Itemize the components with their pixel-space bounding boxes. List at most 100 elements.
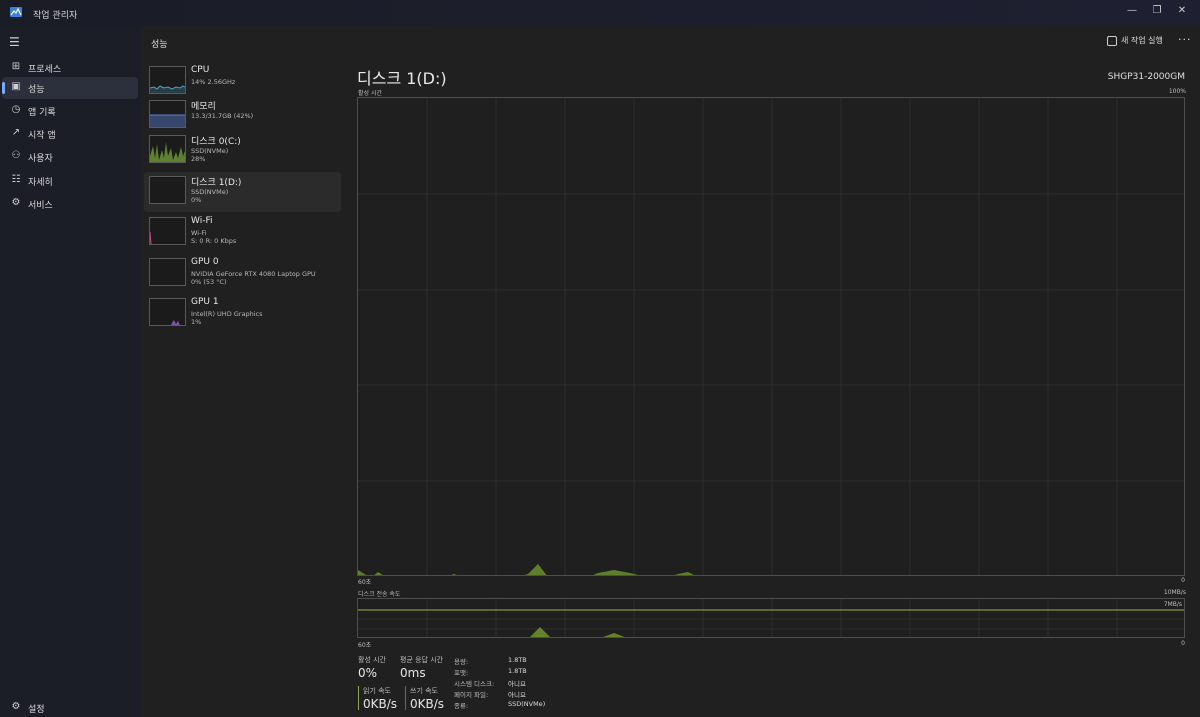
- hamburger-menu-icon[interactable]: ☰: [9, 35, 20, 49]
- avg-response-stat-value: 0ms: [400, 666, 426, 680]
- transfer-rate-axis-end: 0: [1181, 640, 1185, 647]
- resource-name: CPU: [191, 65, 210, 75]
- read-speed-label: 읽기 속도: [363, 687, 391, 695]
- resource-usage: 28%: [191, 155, 206, 163]
- resource-name: 디스크 1(D:): [191, 178, 242, 188]
- memory-thumbnail-graph: [149, 100, 186, 128]
- nav-item-app-history[interactable]: ◷ 앱 기록: [2, 100, 138, 122]
- gpu-1-thumbnail-graph: [149, 298, 186, 326]
- property-key: 페이지 파일:: [454, 691, 489, 699]
- resource-name: GPU 0: [191, 257, 219, 267]
- read-speed-indicator: [358, 686, 359, 710]
- task-manager-app-icon: [10, 7, 22, 17]
- active-indicator: [2, 82, 5, 94]
- resource-detail: 13.3/31.7GB (42%): [191, 112, 254, 120]
- nav-item-services[interactable]: ⚙ 서비스: [2, 193, 138, 215]
- nav-item-startup-apps[interactable]: ↗ 시작 앱: [2, 123, 138, 145]
- resource-usage: 1%: [191, 318, 202, 326]
- resource-name: Wi-Fi: [191, 216, 213, 226]
- property-value: 1.8TB: [508, 656, 527, 664]
- navigation-pane: ☰ ⊞ 프로세스 ▣ 성능 ◷ 앱 기록 ↗ 시작 앱 ⚇ 사용자 ☷ 자세히 …: [0, 26, 141, 717]
- performance-panel: 성능 새 작업 실행 ··· CPU 14% 2.56GHz 메모리 13.3/…: [141, 26, 1200, 717]
- nav-item-label: 사용자: [28, 154, 53, 164]
- resource-type: SSD(NVMe): [191, 147, 229, 155]
- nav-item-users[interactable]: ⚇ 사용자: [2, 146, 138, 168]
- active-time-axis-end: 0: [1181, 577, 1185, 584]
- resource-model: Intel(R) UHD Graphics: [191, 310, 263, 318]
- resource-item-disk-0[interactable]: 디스크 0(C:) SSD(NVMe) 28%: [144, 131, 341, 171]
- active-time-graph: [357, 97, 1185, 576]
- transfer-rate-graph-canvas: [358, 599, 1184, 637]
- property-value: 1.8TB: [508, 667, 527, 675]
- nav-item-label: 앱 기록: [28, 108, 56, 118]
- nav-item-label: 서비스: [28, 201, 53, 211]
- property-value: SSD(NVMe): [508, 700, 546, 708]
- transfer-rate-graph-label: 디스크 전송 속도: [358, 591, 401, 598]
- avg-response-stat-label: 평균 응답 시간: [400, 656, 444, 664]
- gpu-0-thumbnail-graph: [149, 258, 186, 286]
- maximize-button[interactable]: ❐: [1147, 3, 1167, 19]
- transfer-rate-graph-max: 10MB/s: [1163, 589, 1186, 596]
- transfer-rate-line-label: 7MB/s: [1163, 601, 1182, 608]
- resource-name: 디스크 0(C:): [191, 137, 241, 147]
- nav-item-processes[interactable]: ⊞ 프로세스: [2, 57, 138, 79]
- details-icon: ☷: [11, 174, 21, 185]
- minimize-button[interactable]: —: [1122, 3, 1142, 19]
- active-time-graph-max: 100%: [1168, 88, 1186, 95]
- processes-icon: ⊞: [11, 61, 21, 72]
- nav-item-label: 설정: [28, 705, 45, 715]
- property-key: 종류:: [454, 702, 469, 710]
- close-button[interactable]: ✕: [1172, 3, 1192, 19]
- active-time-graph-canvas: [358, 98, 1184, 575]
- performance-icon: ▣: [11, 81, 21, 92]
- resource-item-memory[interactable]: 메모리 13.3/31.7GB (42%): [144, 96, 341, 136]
- disk-0-thumbnail-graph: [149, 135, 186, 163]
- nav-item-details[interactable]: ☷ 자세히: [2, 170, 138, 192]
- resource-type: SSD(NVMe): [191, 188, 229, 196]
- app-history-icon: ◷: [11, 104, 21, 115]
- disk-model: SHGP31-2000GM: [1107, 72, 1185, 82]
- resource-item-disk-1[interactable]: 디스크 1(D:) SSD(NVMe) 0%: [144, 172, 341, 212]
- nav-item-label: 성능: [28, 85, 45, 95]
- run-new-task-button[interactable]: 새 작업 실행: [1107, 35, 1163, 46]
- nav-item-label: 자세히: [28, 178, 53, 188]
- resource-name: 메모리: [191, 102, 216, 112]
- run-task-icon: [1107, 35, 1117, 46]
- property-value: 아니요: [508, 680, 526, 688]
- cpu-thumbnail-graph: [149, 66, 186, 94]
- active-time-stat-label: 활성 시간: [358, 656, 386, 664]
- more-options-button[interactable]: ···: [1178, 33, 1192, 46]
- detail-title: 디스크 1(D:): [357, 69, 447, 88]
- write-speed-indicator: [405, 686, 406, 710]
- resource-item-gpu-1[interactable]: GPU 1 Intel(R) UHD Graphics 1%: [144, 294, 341, 334]
- active-time-axis-start: 60초: [358, 579, 372, 586]
- read-speed-value: 0KB/s: [363, 697, 398, 711]
- resource-model: NVIDIA GeForce RTX 4080 Laptop GPU: [191, 270, 316, 278]
- resource-item-gpu-0[interactable]: GPU 0 NVIDIA GeForce RTX 4080 Laptop GPU…: [144, 254, 341, 294]
- settings-icon: ⚙: [11, 701, 21, 712]
- nav-item-label: 프로세스: [28, 65, 62, 75]
- nav-item-label: 시작 앱: [28, 131, 56, 141]
- resource-usage: 0%: [191, 196, 202, 204]
- users-icon: ⚇: [11, 150, 21, 161]
- active-time-stat-value: 0%: [358, 666, 378, 680]
- resource-detail: 14% 2.56GHz: [191, 78, 236, 86]
- page-title: 성능: [151, 40, 168, 50]
- transfer-rate-graph: [357, 598, 1185, 638]
- nav-item-settings[interactable]: ⚙ 설정: [2, 697, 138, 717]
- resource-item-wifi[interactable]: Wi-Fi Wi-Fi S: 0 R: 0 Kbps: [144, 213, 341, 253]
- transfer-rate-axis-start: 60초: [358, 642, 372, 649]
- property-value: 아니요: [508, 691, 526, 699]
- services-icon: ⚙: [11, 197, 21, 208]
- run-task-label: 새 작업 실행: [1121, 36, 1163, 45]
- disk-1-thumbnail-graph: [149, 176, 186, 204]
- resource-throughput: S: 0 R: 0 Kbps: [191, 237, 237, 245]
- window-title: 작업 관리자: [33, 11, 78, 21]
- property-key: 포맷:: [454, 669, 469, 677]
- resource-type: Wi-Fi: [191, 229, 207, 237]
- active-time-graph-label: 활성 시간: [358, 90, 382, 97]
- property-key: 시스템 디스크:: [454, 680, 495, 688]
- title-bar: 작업 관리자 — ❐ ✕: [0, 0, 1200, 26]
- nav-item-performance[interactable]: ▣ 성능: [2, 77, 138, 99]
- resource-usage: 0% (53 °C): [191, 278, 227, 286]
